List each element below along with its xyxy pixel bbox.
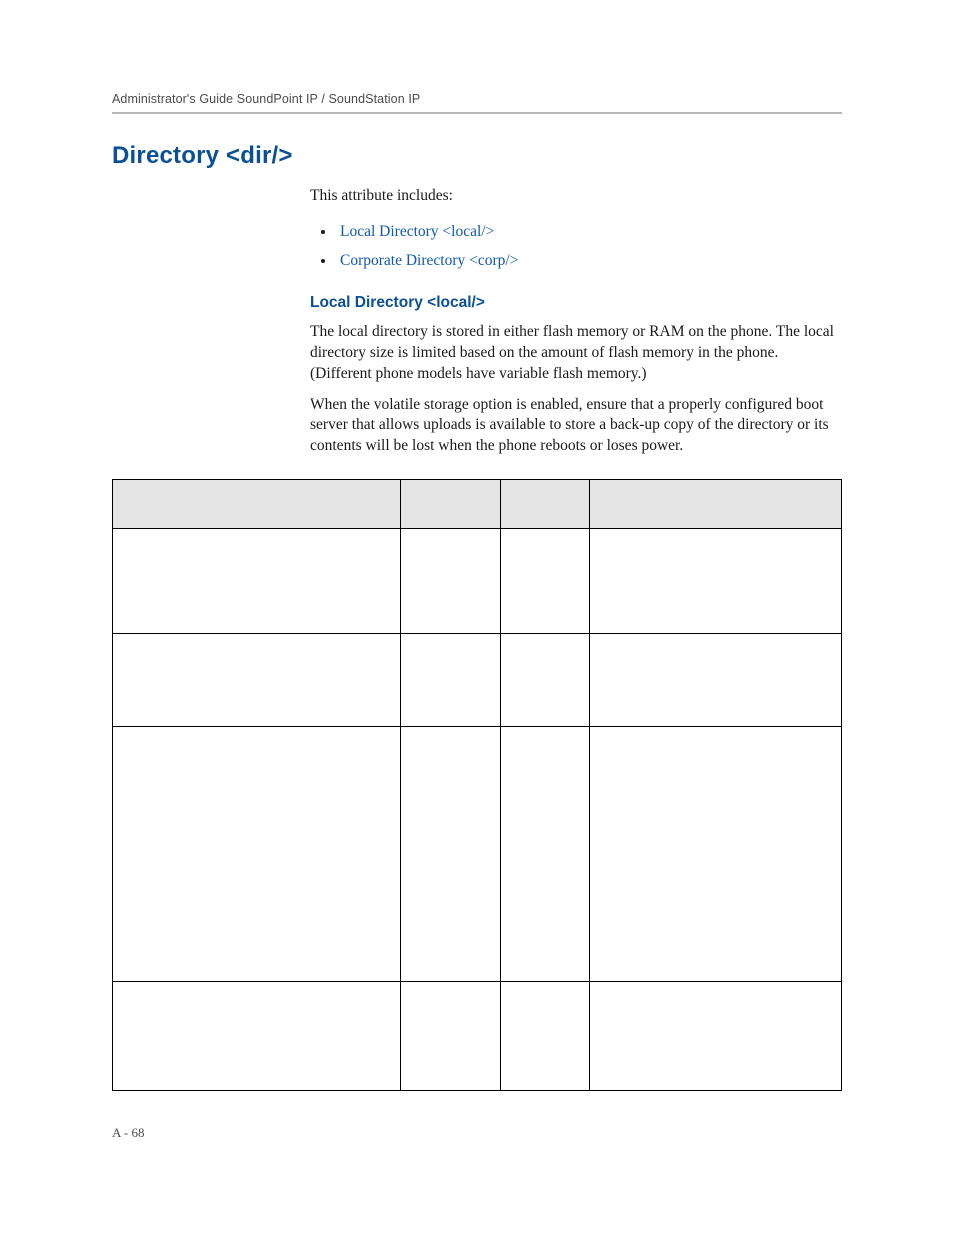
intro-text: This attribute includes: — [310, 186, 840, 207]
attributes-table — [112, 479, 842, 1091]
table-header-row — [113, 480, 842, 529]
list-item: Corporate Directory <corp/> — [336, 246, 840, 275]
table-cell — [113, 982, 401, 1091]
header-rule — [112, 112, 842, 114]
paragraph: The local directory is stored in either … — [310, 322, 840, 385]
table-row — [113, 634, 842, 727]
table-cell — [590, 982, 842, 1091]
table-cell — [501, 727, 590, 982]
link-local-directory[interactable]: Local Directory <local/> — [340, 223, 494, 240]
paragraph: When the volatile storage option is enab… — [310, 395, 840, 458]
table-cell — [401, 727, 501, 982]
table-cell — [113, 634, 401, 727]
link-corporate-directory[interactable]: Corporate Directory <corp/> — [340, 252, 518, 269]
table-row — [113, 982, 842, 1091]
table-header-cell — [113, 480, 401, 529]
link-list: Local Directory <local/> Corporate Direc… — [310, 217, 840, 276]
table-cell — [501, 634, 590, 727]
table-header-cell — [590, 480, 842, 529]
table-cell — [401, 982, 501, 1091]
table-cell — [590, 634, 842, 727]
table-header-cell — [401, 480, 501, 529]
table-row — [113, 727, 842, 982]
section-title: Directory <dir/> — [112, 142, 842, 170]
table-cell — [401, 529, 501, 634]
page-number: A - 68 — [112, 1125, 145, 1141]
table-cell — [113, 529, 401, 634]
table-cell — [501, 982, 590, 1091]
table-cell — [401, 634, 501, 727]
running-header: Administrator's Guide SoundPoint IP / So… — [112, 92, 842, 112]
subsection-title: Local Directory <local/> — [310, 294, 840, 312]
table-cell — [501, 529, 590, 634]
table-cell — [590, 727, 842, 982]
table-cell — [590, 529, 842, 634]
list-item: Local Directory <local/> — [336, 217, 840, 246]
table-cell — [113, 727, 401, 982]
table-row — [113, 529, 842, 634]
table-header-cell — [501, 480, 590, 529]
